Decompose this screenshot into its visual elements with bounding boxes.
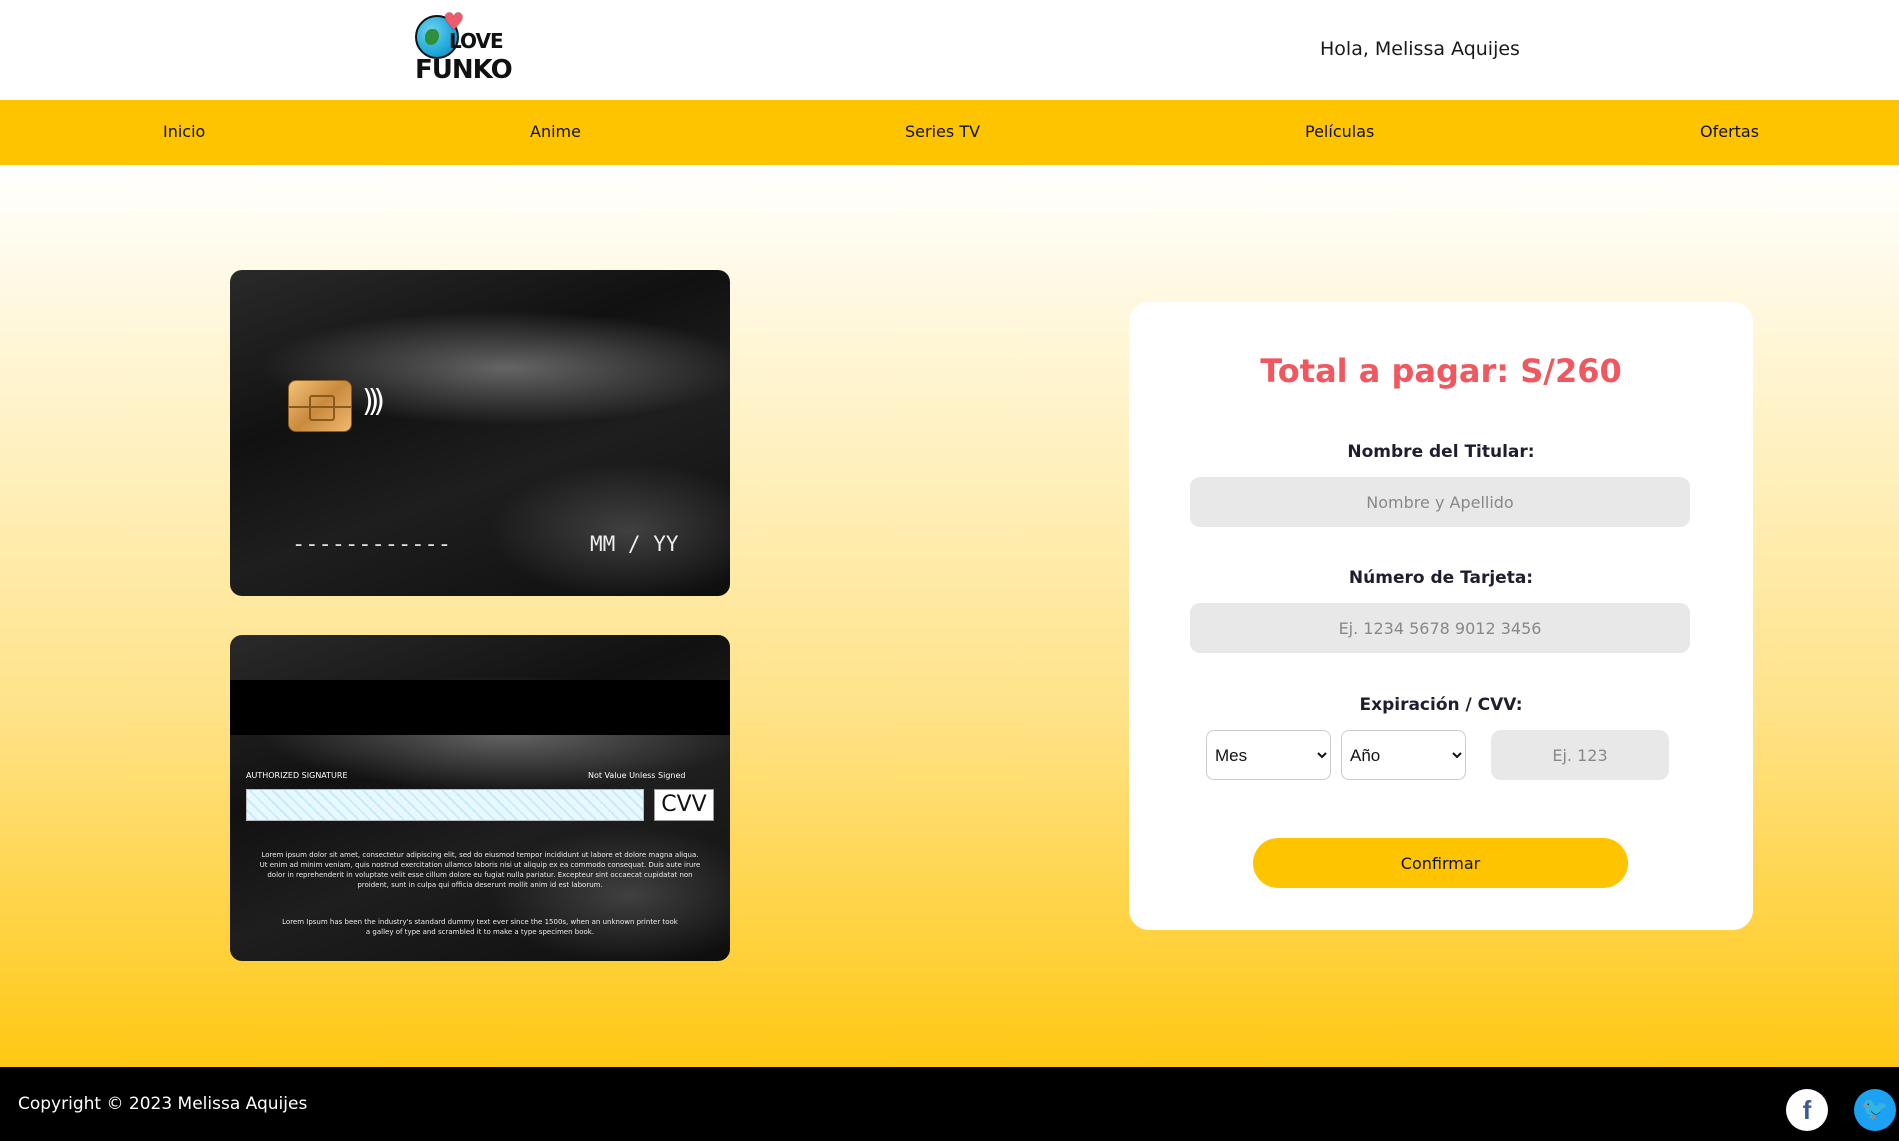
card-number-preview: ------------ xyxy=(292,532,451,557)
cvv-preview: CVV xyxy=(654,789,714,821)
footer: Copyright © 2023 Melissa Aquijes f 🐦 xyxy=(0,1067,1899,1141)
user-greeting: Hola, Melissa Aquijes xyxy=(1320,38,1520,60)
total-amount: Total a pagar: S/260 xyxy=(1260,352,1622,390)
payment-form: Total a pagar: S/260 Nombre del Titular:… xyxy=(1129,302,1753,930)
copyright-text: Copyright © 2023 Melissa Aquijes xyxy=(18,1094,308,1114)
nav-item-peliculas[interactable]: Películas xyxy=(1305,122,1374,141)
contactless-icon: ))) xyxy=(362,384,385,419)
chip-icon xyxy=(288,380,352,432)
logo-love-text: LOVE xyxy=(449,29,504,53)
nav-item-ofertas[interactable]: Ofertas xyxy=(1700,122,1759,141)
expiry-cvv-label: Expiración / CVV: xyxy=(1359,695,1523,715)
card-back-text-2: Lorem Ipsum has been the industry's stan… xyxy=(282,918,678,936)
magnetic-strip xyxy=(230,680,730,735)
authorized-signature-label: AUTHORIZED SIGNATURE xyxy=(246,771,348,780)
card-number-input[interactable] xyxy=(1190,603,1690,653)
header: ♥ LOVE FUNKO Hola, Melissa Aquijes xyxy=(0,0,1899,100)
year-select[interactable]: Año xyxy=(1341,730,1466,780)
month-select[interactable]: Mes xyxy=(1206,730,1331,780)
twitter-icon[interactable]: 🐦 xyxy=(1854,1089,1896,1131)
cvv-input[interactable] xyxy=(1491,730,1669,780)
card-expiry-preview: MM / YY xyxy=(590,532,679,556)
card-back-preview: AUTHORIZED SIGNATURE Not Value Unless Si… xyxy=(230,635,730,961)
signature-box xyxy=(246,789,644,821)
logo-funko-text: FUNKO xyxy=(415,55,513,85)
nav-item-anime[interactable]: Anime xyxy=(530,122,581,141)
confirm-button[interactable]: Confirmar xyxy=(1253,838,1628,888)
nav-item-series-tv[interactable]: Series TV xyxy=(905,122,980,141)
card-back-text: Lorem ipsum dolor sit amet, consectetur … xyxy=(259,851,701,889)
card-number-label: Número de Tarjeta: xyxy=(1348,568,1534,588)
main-nav: Inicio Anime Series TV Películas Ofertas xyxy=(0,100,1899,165)
facebook-icon[interactable]: f xyxy=(1786,1089,1828,1131)
not-valid-label: Not Value Unless Signed xyxy=(588,771,686,780)
nav-item-inicio[interactable]: Inicio xyxy=(163,122,205,141)
logo[interactable]: ♥ LOVE FUNKO xyxy=(413,10,513,85)
name-input[interactable] xyxy=(1190,477,1690,527)
card-front-preview: ))) ------------ MM / YY xyxy=(230,270,730,596)
name-label: Nombre del Titular: xyxy=(1347,442,1535,462)
checkout-main: ))) ------------ MM / YY AUTHORIZED SIGN… xyxy=(0,165,1899,1067)
